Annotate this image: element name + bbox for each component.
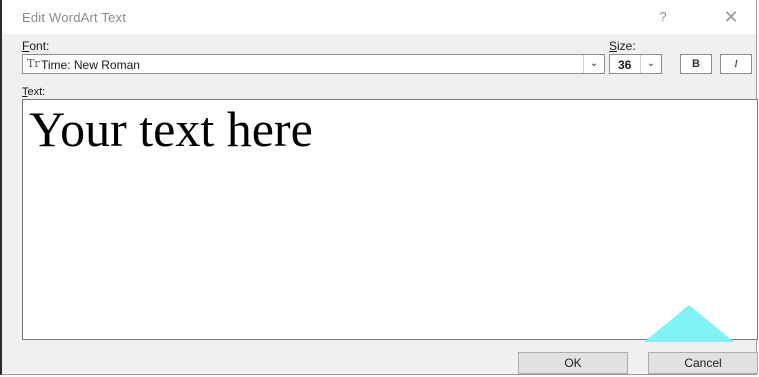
- font-combobox[interactable]: Tr Time: New Roman ⌄: [22, 54, 605, 74]
- watermark-triangle-icon: [644, 305, 734, 342]
- font-label: Font:: [22, 39, 49, 53]
- size-dropdown-chevron-icon[interactable]: ⌄: [640, 55, 661, 73]
- size-value: 36: [618, 58, 632, 72]
- truetype-font-icon: Tr: [27, 57, 40, 70]
- font-label-rest: ont:: [29, 39, 50, 53]
- edit-wordart-text-dialog: Edit WordArt Text ? ✕ Font: Size: Tr Tim…: [0, 0, 758, 375]
- close-button[interactable]: ✕: [718, 6, 744, 28]
- bold-button[interactable]: B: [680, 54, 712, 74]
- size-combobox[interactable]: 36 ⌄: [609, 54, 662, 74]
- wordart-text-value: Your text here: [29, 101, 313, 157]
- font-value: Time: New Roman: [41, 58, 140, 72]
- ok-button[interactable]: OK: [518, 352, 628, 374]
- text-label-rest: ext:: [27, 86, 46, 98]
- text-label: Text:: [22, 86, 45, 98]
- size-label: Size:: [609, 39, 636, 53]
- cancel-button[interactable]: Cancel: [648, 352, 758, 374]
- italic-button[interactable]: I: [720, 54, 752, 74]
- help-button[interactable]: ?: [652, 6, 674, 28]
- font-dropdown-chevron-icon[interactable]: ⌄: [583, 55, 604, 73]
- wordart-text-area[interactable]: Your text here: [22, 99, 758, 340]
- dialog-title: Edit WordArt Text: [22, 10, 127, 25]
- size-label-mnemonic: S: [609, 39, 618, 53]
- size-label-rest: ize:: [617, 39, 636, 53]
- title-bar: Edit WordArt Text ? ✕: [2, 0, 756, 34]
